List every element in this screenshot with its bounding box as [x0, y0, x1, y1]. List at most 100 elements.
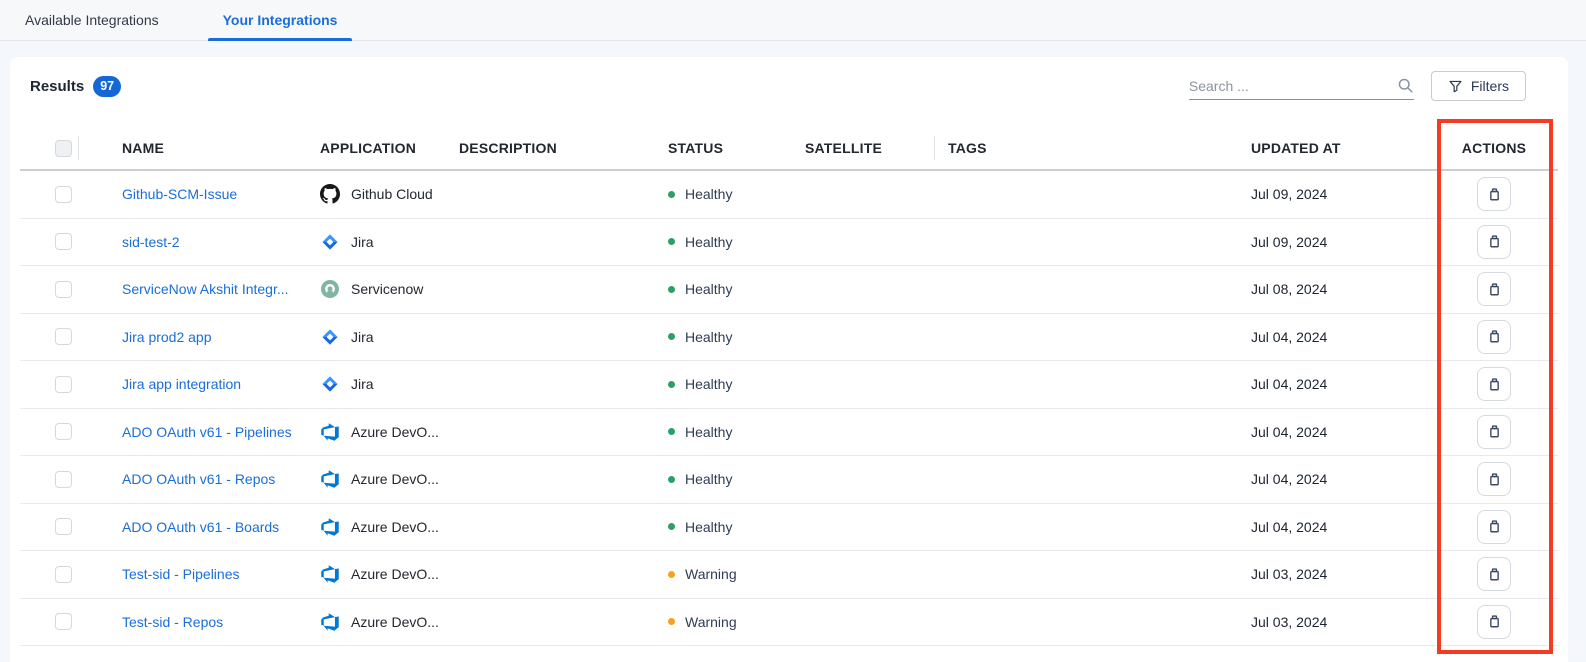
- trash-icon: [1487, 282, 1502, 297]
- search-input[interactable]: [1189, 78, 1397, 94]
- status-dot: [668, 428, 675, 435]
- integration-name-link[interactable]: ADO OAuth v61 - Pipelines: [122, 424, 292, 440]
- servicenow-icon: [320, 279, 340, 299]
- row-checkbox[interactable]: [55, 566, 72, 583]
- delete-button[interactable]: [1477, 177, 1511, 211]
- updated-at-cell: Jul 09, 2024: [1251, 186, 1357, 202]
- funnel-icon: [1448, 79, 1463, 94]
- status-label: Healthy: [685, 329, 732, 345]
- column-header-updated-at: UPDATED AT: [1251, 140, 1357, 156]
- status-label: Healthy: [685, 519, 732, 535]
- status-label: Healthy: [685, 281, 732, 297]
- column-header-actions: ACTIONS: [1357, 140, 1558, 156]
- row-checkbox[interactable]: [55, 518, 72, 535]
- select-all-checkbox[interactable]: [55, 140, 72, 157]
- status-cell: Warning: [668, 566, 805, 582]
- status-label: Healthy: [685, 234, 732, 250]
- delete-button[interactable]: [1477, 605, 1511, 639]
- application-label: Azure DevO...: [351, 566, 439, 582]
- updated-at-cell: Jul 04, 2024: [1251, 424, 1357, 440]
- trash-icon: [1487, 234, 1502, 249]
- row-checkbox[interactable]: [55, 328, 72, 345]
- integration-name-link[interactable]: Test-sid - Repos: [122, 614, 223, 630]
- table-row: Jira prod2 app Jira Healthy Jul 04, 2024: [20, 314, 1558, 362]
- table-body: Github-SCM-Issue Github Cloud Healthy Ju…: [20, 171, 1558, 646]
- status-dot: [668, 333, 675, 340]
- table-row: Github-SCM-Issue Github Cloud Healthy Ju…: [20, 171, 1558, 219]
- table-row: ADO OAuth v61 - Repos Azure DevO... Heal…: [20, 456, 1558, 504]
- integration-name-link[interactable]: Github-SCM-Issue: [122, 186, 237, 202]
- table-row: Test-sid - Repos Azure DevO... Warning J…: [20, 599, 1558, 647]
- integration-name-link[interactable]: Jira prod2 app: [122, 329, 212, 345]
- status-dot: [668, 571, 675, 578]
- updated-at-cell: Jul 03, 2024: [1251, 566, 1357, 582]
- application-label: Servicenow: [351, 281, 423, 297]
- column-header-status: STATUS: [668, 140, 805, 156]
- status-dot: [668, 476, 675, 483]
- application-label: Jira: [351, 234, 374, 250]
- filters-button[interactable]: Filters: [1431, 71, 1526, 101]
- row-checkbox[interactable]: [55, 423, 72, 440]
- trash-icon: [1487, 377, 1502, 392]
- status-label: Healthy: [685, 424, 732, 440]
- results-count-badge: 97: [93, 76, 121, 97]
- application-label: Github Cloud: [351, 186, 433, 202]
- delete-button[interactable]: [1477, 462, 1511, 496]
- delete-button[interactable]: [1477, 320, 1511, 354]
- status-dot: [668, 286, 675, 293]
- delete-button[interactable]: [1477, 415, 1511, 449]
- trash-icon: [1487, 567, 1502, 582]
- updated-at-cell: Jul 04, 2024: [1251, 471, 1357, 487]
- row-checkbox[interactable]: [55, 186, 72, 203]
- search-box: [1189, 72, 1414, 100]
- integration-name-link[interactable]: Jira app integration: [122, 376, 241, 392]
- status-dot: [668, 618, 675, 625]
- tab-available-integrations[interactable]: Available Integrations: [25, 0, 159, 40]
- status-cell: Healthy: [668, 424, 805, 440]
- integrations-panel: Results 97 Filters NAME APPLICATION DESC…: [10, 57, 1568, 662]
- application-label: Azure DevO...: [351, 519, 439, 535]
- status-dot: [668, 238, 675, 245]
- integration-name-link[interactable]: sid-test-2: [122, 234, 180, 250]
- row-checkbox[interactable]: [55, 613, 72, 630]
- column-header-application: APPLICATION: [320, 140, 459, 156]
- row-checkbox[interactable]: [55, 281, 72, 298]
- table-row: Jira app integration Jira Healthy Jul 04…: [20, 361, 1558, 409]
- integration-name-link[interactable]: ADO OAuth v61 - Repos: [122, 471, 275, 487]
- integration-name-link[interactable]: Test-sid - Pipelines: [122, 566, 240, 582]
- row-checkbox[interactable]: [55, 376, 72, 393]
- delete-button[interactable]: [1477, 225, 1511, 259]
- status-label: Healthy: [685, 471, 732, 487]
- trash-icon: [1487, 329, 1502, 344]
- status-label: Warning: [685, 614, 737, 630]
- tab-your-integrations[interactable]: Your Integrations: [208, 0, 353, 40]
- github-icon: [320, 184, 340, 204]
- status-label: Warning: [685, 566, 737, 582]
- table-row: ADO OAuth v61 - Pipelines Azure DevO... …: [20, 409, 1558, 457]
- table-header-row: NAME APPLICATION DESCRIPTION STATUS SATE…: [20, 127, 1558, 171]
- status-dot: [668, 523, 675, 530]
- status-dot: [668, 381, 675, 388]
- column-header-tags: TAGS: [948, 140, 1251, 156]
- integrations-table: NAME APPLICATION DESCRIPTION STATUS SATE…: [20, 127, 1558, 646]
- row-checkbox[interactable]: [55, 471, 72, 488]
- delete-button[interactable]: [1477, 367, 1511, 401]
- delete-button[interactable]: [1477, 510, 1511, 544]
- application-label: Azure DevO...: [351, 471, 439, 487]
- filters-label: Filters: [1471, 78, 1509, 94]
- delete-button[interactable]: [1477, 272, 1511, 306]
- integration-name-link[interactable]: ServiceNow Akshit Integr...: [122, 281, 289, 297]
- row-checkbox[interactable]: [55, 233, 72, 250]
- trash-icon: [1487, 187, 1502, 202]
- toolbar: Results 97 Filters: [20, 71, 1558, 101]
- jira-icon: [320, 327, 340, 347]
- tab-bar: Available Integrations Your Integrations: [0, 0, 1586, 41]
- delete-button[interactable]: [1477, 557, 1511, 591]
- results-summary: Results 97: [30, 76, 121, 97]
- status-cell: Warning: [668, 614, 805, 630]
- updated-at-cell: Jul 08, 2024: [1251, 281, 1357, 297]
- trash-icon: [1487, 424, 1502, 439]
- table-row: ADO OAuth v61 - Boards Azure DevO... Hea…: [20, 504, 1558, 552]
- integration-name-link[interactable]: ADO OAuth v61 - Boards: [122, 519, 279, 535]
- column-header-description: DESCRIPTION: [459, 140, 668, 156]
